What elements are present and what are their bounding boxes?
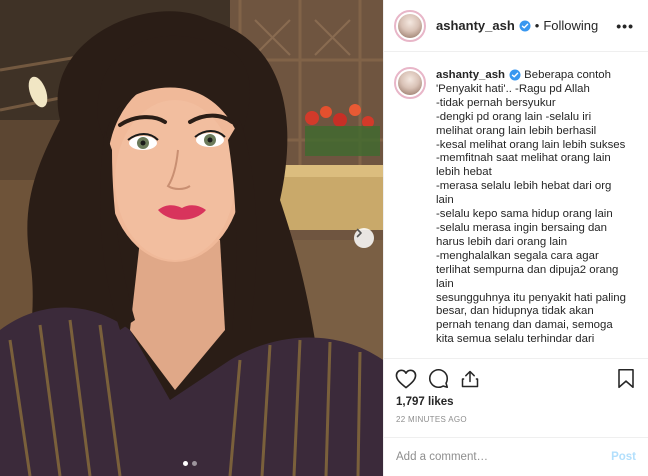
post-header: ashanty_ash • Following ••• bbox=[384, 0, 648, 52]
comments-area[interactable]: ashanty_ash Beberapa contoh 'Penyakit ha… bbox=[384, 53, 648, 358]
comment-input[interactable] bbox=[396, 451, 612, 463]
chevron-right-icon bbox=[356, 228, 362, 238]
post-comment-button[interactable]: Post bbox=[611, 451, 636, 463]
carousel-dot bbox=[192, 461, 197, 466]
caption-comment: ashanty_ash Beberapa contoh 'Penyakit ha… bbox=[394, 67, 638, 347]
heart-icon bbox=[395, 369, 417, 388]
post-side-panel: ashanty_ash • Following ••• ashanty_ash … bbox=[383, 0, 648, 476]
header-username[interactable]: ashanty_ash bbox=[436, 18, 515, 33]
photo-illustration bbox=[0, 0, 383, 476]
action-bar bbox=[384, 358, 648, 398]
post-photo[interactable] bbox=[0, 0, 383, 476]
caption-text-block: ashanty_ash Beberapa contoh 'Penyakit ha… bbox=[436, 69, 638, 347]
share-button[interactable] bbox=[458, 367, 482, 391]
likes-count[interactable]: 1,797 likes bbox=[396, 396, 454, 408]
comment-icon bbox=[428, 368, 448, 389]
avatar[interactable] bbox=[394, 9, 426, 42]
comment-button[interactable] bbox=[426, 367, 450, 391]
more-options-button[interactable]: ••• bbox=[616, 18, 634, 34]
post-timestamp[interactable]: 22 MINUTES AGO bbox=[396, 415, 467, 424]
caption-text: Beberapa contoh 'Penyakit hati'.. -Ragu … bbox=[436, 69, 626, 346]
carousel-indicator bbox=[183, 461, 197, 466]
caption-avatar[interactable] bbox=[394, 67, 426, 99]
follow-status-button[interactable]: Following bbox=[543, 18, 598, 33]
header-separator: • bbox=[534, 18, 540, 33]
share-icon bbox=[461, 370, 479, 387]
carousel-dot-active bbox=[183, 461, 188, 466]
verified-badge-icon bbox=[519, 20, 531, 32]
save-button[interactable] bbox=[614, 367, 638, 391]
verified-badge-icon bbox=[509, 69, 521, 81]
like-button[interactable] bbox=[394, 367, 418, 391]
bookmark-icon bbox=[618, 368, 634, 389]
add-comment-bar: Post bbox=[384, 437, 648, 476]
carousel-next-button[interactable] bbox=[354, 228, 374, 248]
caption-username[interactable]: ashanty_ash bbox=[436, 69, 505, 81]
